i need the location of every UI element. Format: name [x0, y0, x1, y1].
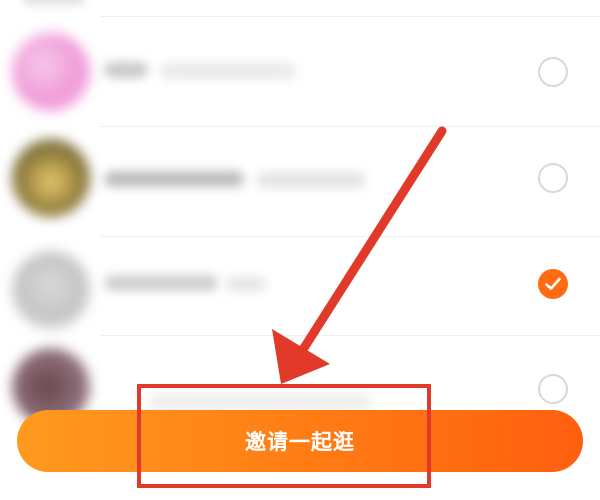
partial-row-above — [22, 0, 86, 6]
select-checkbox[interactable] — [538, 163, 568, 193]
invite-friends-screen: 邀请一起逛 — [0, 0, 600, 500]
invite-button-label: 邀请一起逛 — [245, 430, 355, 454]
list-item[interactable] — [0, 17, 600, 127]
contact-name — [104, 171, 244, 187]
contact-name — [150, 394, 370, 410]
avatar — [12, 33, 90, 111]
contact-name — [104, 62, 148, 78]
contact-name — [104, 275, 218, 291]
select-checkbox[interactable] — [538, 269, 568, 299]
checkmark-icon — [545, 277, 561, 290]
select-checkbox[interactable] — [538, 374, 568, 404]
contact-detail — [160, 63, 296, 79]
contact-detail — [256, 172, 366, 188]
avatar — [12, 139, 90, 217]
select-checkbox[interactable] — [538, 57, 568, 87]
contact-detail — [226, 276, 266, 292]
list-item[interactable] — [0, 237, 600, 347]
avatar — [12, 251, 90, 329]
list-item[interactable] — [0, 127, 600, 237]
invite-button[interactable]: 邀请一起逛 — [17, 410, 583, 472]
